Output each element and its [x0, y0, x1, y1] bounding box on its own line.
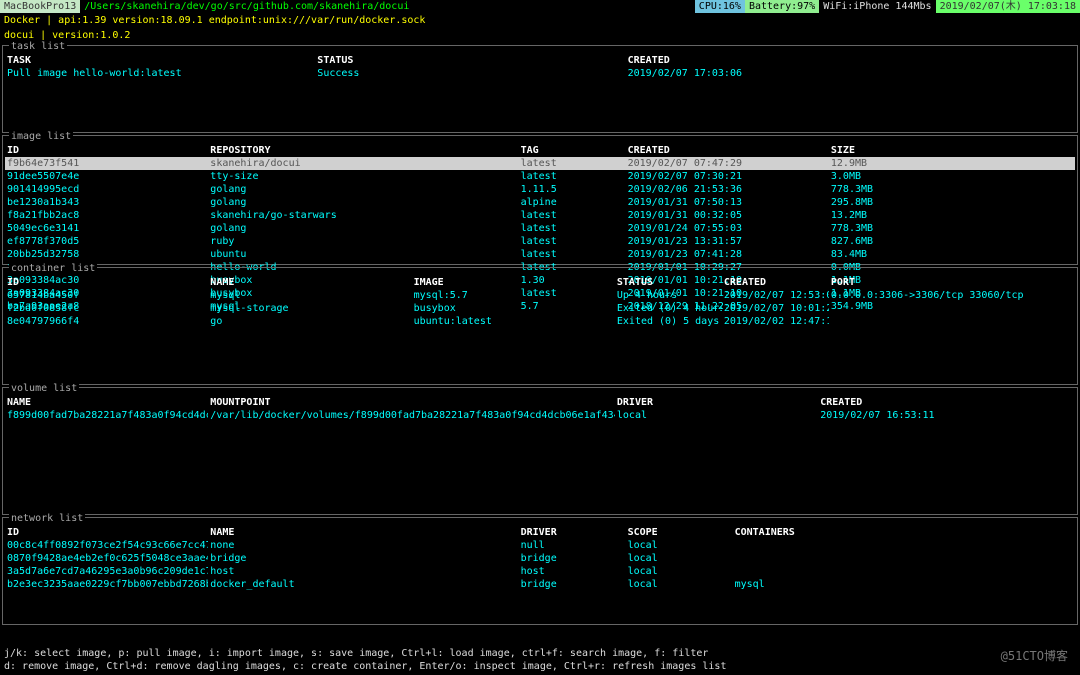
image-row[interactable]: f9b64e73f541skanehira/docuilatest2019/02… — [5, 157, 1075, 170]
battery-badge: Battery:97% — [745, 0, 819, 13]
status-bar: MacBookPro13 /Users/skanehira/dev/go/src… — [0, 0, 1080, 13]
network-row[interactable]: b2e3ec3235aae0229cf7bb007ebbd7268b47af77… — [5, 578, 1075, 591]
help-line-2: d: remove image, Ctrl+d: remove dagling … — [4, 660, 1076, 673]
volume-list-panel[interactable]: volume list NAME MOUNTPOINT DRIVER CREAT… — [2, 387, 1078, 515]
image-row[interactable]: ef8778f370d5rubylatest2019/01/23 13:31:5… — [5, 235, 1075, 248]
network-list-panel[interactable]: network list ID NAME DRIVER SCOPE CONTAI… — [2, 517, 1078, 625]
image-row[interactable]: 91dee5507e4etty-sizelatest2019/02/07 07:… — [5, 170, 1075, 183]
task-row[interactable]: Pull image hello-world:latest Success 20… — [5, 67, 1075, 80]
panel-title: task list — [9, 40, 67, 53]
panel-title: image list — [9, 130, 73, 143]
cwd-path: /Users/skanehira/dev/go/src/github.com/s… — [80, 0, 695, 13]
task-list-panel[interactable]: task list TASK STATUS CREATED Pull image… — [2, 45, 1078, 133]
image-row[interactable]: 20bb25d32758ubuntulatest2019/01/23 07:41… — [5, 248, 1075, 261]
docker-info: Docker | api:1.39 version:18.09.1 endpoi… — [0, 13, 1080, 28]
volume-row[interactable]: f899d00fad7ba28221a7f483a0f94cd4dcb06e1a… — [5, 409, 1075, 422]
image-row[interactable]: f8a21fbb2ac8skanehira/go-starwarslatest2… — [5, 209, 1075, 222]
panel-title: container list — [9, 262, 97, 275]
hostname: MacBookPro13 — [0, 0, 80, 13]
wifi-badge: WiFi:iPhone 144Mbs — [819, 0, 935, 13]
image-row[interactable]: be1230a1b343golangalpine2019/01/31 07:50… — [5, 196, 1075, 209]
container-row[interactable]: f2bd0f0858fcmysql-storagebusyboxExited (… — [5, 302, 1075, 315]
image-row[interactable]: 5049ec6e3141golanglatest2019/01/24 07:55… — [5, 222, 1075, 235]
network-row[interactable]: 0870f9428ae4eb2ef0c625f5048ce3aae4804a73… — [5, 552, 1075, 565]
image-row[interactable]: 901414995ecdgolang1.11.52019/02/06 21:53… — [5, 183, 1075, 196]
container-list-panel[interactable]: container list ID NAME IMAGE STATUS CREA… — [2, 267, 1078, 385]
image-list-panel[interactable]: image list ID REPOSITORY TAG CREATED SIZ… — [2, 135, 1078, 265]
help-bar: j/k: select image, p: pull image, i: imp… — [0, 645, 1080, 675]
help-line-1: j/k: select image, p: pull image, i: imp… — [4, 647, 1076, 660]
network-header: ID NAME DRIVER SCOPE CONTAINERS — [5, 526, 1075, 539]
container-row[interactable]: 657814ba450fmysqlmysql:5.7Up 4 hours2019… — [5, 289, 1075, 302]
cpu-badge: CPU:16% — [695, 0, 745, 13]
container-header: ID NAME IMAGE STATUS CREATED PORT — [5, 276, 1075, 289]
network-row[interactable]: 3a5d7a6e7cd7a46295e3a0b96c209de1c76e7f81… — [5, 565, 1075, 578]
volume-header: NAME MOUNTPOINT DRIVER CREATED — [5, 396, 1075, 409]
task-header: TASK STATUS CREATED — [5, 54, 1075, 67]
network-row[interactable]: 00c8c4ff0892f073ce2f54c93c66e7cc47f8a76d… — [5, 539, 1075, 552]
container-row[interactable]: 8e04797966f4goubuntu:latestExited (0) 5 … — [5, 315, 1075, 328]
panel-title: volume list — [9, 382, 79, 395]
datetime-badge: 2019/02/07(木) 17:03:18 — [936, 0, 1080, 13]
panel-title: network list — [9, 512, 85, 525]
watermark: @51CTO博客 — [1001, 649, 1068, 665]
image-header: ID REPOSITORY TAG CREATED SIZE — [5, 144, 1075, 157]
docui-info: docui | version:1.0.2 — [0, 28, 1080, 43]
